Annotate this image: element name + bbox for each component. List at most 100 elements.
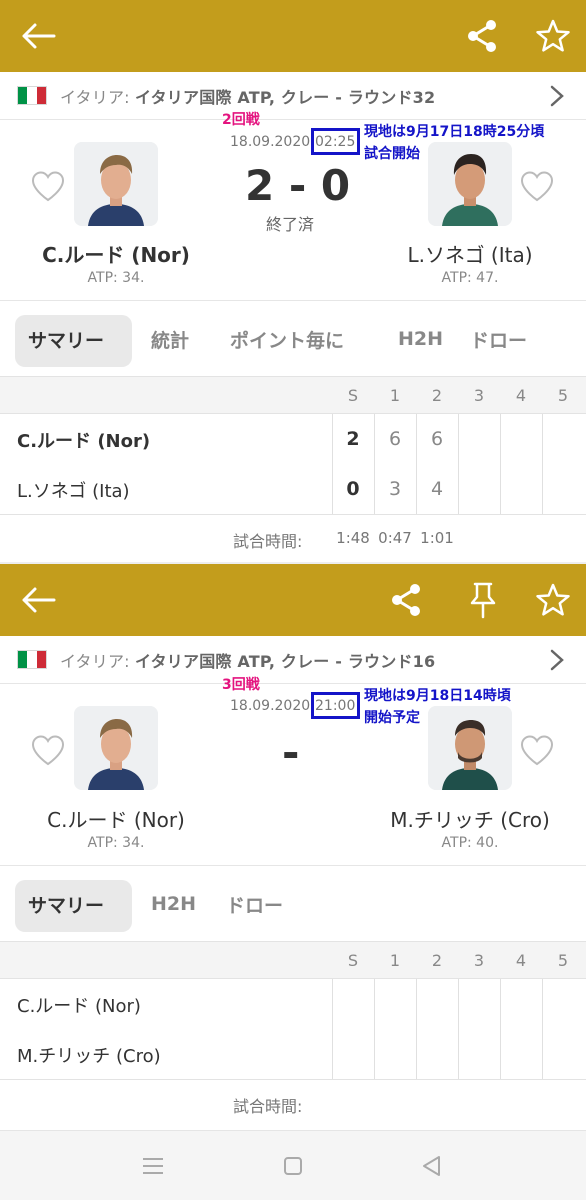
set-1-games: 6 <box>388 428 402 450</box>
favorite-button[interactable] <box>525 564 581 636</box>
header-set-1: 1 <box>389 951 401 970</box>
header-set-1: 1 <box>389 386 401 405</box>
league-header[interactable]: イタリア: イタリア国際 ATP, クレー - ラウンド16 <box>0 636 586 684</box>
round-annotation: 3回戦 <box>222 677 260 693</box>
arrow-left-icon <box>22 23 56 49</box>
back-triangle-icon[interactable] <box>421 1155 441 1177</box>
tab-draw[interactable]: ドロー <box>470 301 527 377</box>
time-highlight-box <box>311 692 360 719</box>
header-set-3: 3 <box>473 386 485 405</box>
set-1-duration: 0:47 <box>378 529 412 547</box>
local-time-line1: 現地は9月17日18時25分頃 <box>364 124 545 140</box>
player1-name[interactable]: C.ルード (Nor) <box>20 804 212 833</box>
heart-icon[interactable] <box>30 170 66 202</box>
pin-icon <box>470 582 496 619</box>
player2-avatar[interactable] <box>428 706 512 790</box>
round-annotation: 2回戦 <box>222 112 260 128</box>
divider <box>542 414 543 514</box>
player1-rank: ATP: 34. <box>87 270 145 286</box>
top-app-bar <box>0 0 586 72</box>
share-button[interactable] <box>378 564 434 636</box>
header-set-2: 2 <box>431 386 443 405</box>
tab-summary[interactable]: サマリー <box>28 866 104 942</box>
share-icon <box>392 584 420 616</box>
score-table: C.ルード (Nor) 2 6 6 L.ソネゴ (Ita) 0 3 4 <box>0 414 586 514</box>
divider <box>374 979 375 1079</box>
home-icon[interactable] <box>283 1156 303 1176</box>
set-2-duration: 1:01 <box>420 529 454 547</box>
duration-label: 試合時間: <box>233 1097 303 1116</box>
set-2-games: 4 <box>430 478 444 500</box>
league-title: イタリア: イタリア国際 ATP, クレー - ラウンド32 <box>60 84 435 108</box>
tab-h2h[interactable]: H2H <box>398 301 443 377</box>
match-status: 終了済 <box>266 215 315 234</box>
tab-stats[interactable]: 統計 <box>151 301 189 377</box>
league-country: イタリア: <box>60 651 136 671</box>
divider <box>542 979 543 1079</box>
player-photo <box>428 706 512 790</box>
score-table-header: S 1 2 3 4 5 <box>0 941 586 979</box>
chevron-right-icon <box>550 649 564 670</box>
row-player-name: L.ソネゴ (Ita) <box>17 481 130 502</box>
system-navigation-bar <box>0 1130 586 1200</box>
favorite-button[interactable] <box>525 0 581 72</box>
header-set-3: 3 <box>473 951 485 970</box>
match-date: 18.09.2020 <box>230 698 311 714</box>
row-player-name: C.ルード (Nor) <box>17 996 141 1017</box>
divider <box>416 979 417 1079</box>
player1-rank: ATP: 34. <box>87 835 145 851</box>
score-table: C.ルード (Nor) M.チリッチ (Cro) <box>0 979 586 1079</box>
header-s: S <box>347 386 359 405</box>
share-button[interactable] <box>454 0 510 72</box>
star-icon <box>536 583 570 616</box>
player-photo <box>74 142 158 226</box>
player1-avatar[interactable] <box>74 142 158 226</box>
player2-avatar[interactable] <box>428 142 512 226</box>
player1-avatar[interactable] <box>74 706 158 790</box>
pin-button[interactable] <box>455 564 511 636</box>
top-app-bar <box>0 564 586 636</box>
total-duration: 1:48 <box>336 529 370 547</box>
header-set-4: 4 <box>515 951 527 970</box>
player-photo <box>428 142 512 226</box>
divider <box>458 414 459 514</box>
back-button[interactable] <box>10 564 66 636</box>
local-time-line1: 現地は9月18日14時頃 <box>364 688 511 704</box>
star-icon <box>536 19 570 52</box>
player2-rank: ATP: 40. <box>441 835 499 851</box>
player2-name[interactable]: M.チリッチ (Cro) <box>374 804 566 833</box>
tab-point-by-point[interactable]: ポイント毎に <box>230 301 344 377</box>
italy-flag <box>17 86 47 105</box>
divider <box>500 979 501 1079</box>
tab-draw[interactable]: ドロー <box>226 866 283 942</box>
score-table-header: S 1 2 3 4 5 <box>0 376 586 414</box>
header-set-5: 5 <box>557 386 569 405</box>
player2-rank: ATP: 47. <box>441 270 499 286</box>
match-score: 2 - 0 <box>245 161 351 210</box>
chevron-right-icon <box>550 85 564 106</box>
league-header[interactable]: イタリア: イタリア国際 ATP, クレー - ラウンド32 <box>0 72 586 120</box>
tab-h2h[interactable]: H2H <box>151 866 196 942</box>
italy-flag <box>17 650 47 669</box>
league-name: イタリア国際 ATP, クレー - ラウンド32 <box>135 87 436 107</box>
back-button[interactable] <box>10 0 66 72</box>
header-set-5: 5 <box>557 951 569 970</box>
heart-icon[interactable] <box>30 734 66 766</box>
set-2-games: 6 <box>430 428 444 450</box>
duration-row: 試合時間: 1:48 0:47 1:01 <box>0 515 586 565</box>
time-highlight-box <box>311 128 360 155</box>
header-set-2: 2 <box>431 951 443 970</box>
row-player-name: M.チリッチ (Cro) <box>17 1046 161 1067</box>
heart-icon[interactable] <box>519 734 555 766</box>
heart-icon[interactable] <box>519 170 555 202</box>
tab-summary[interactable]: サマリー <box>28 301 104 377</box>
share-icon <box>468 20 496 52</box>
league-country: イタリア: <box>60 87 136 107</box>
header-set-4: 4 <box>515 386 527 405</box>
menu-icon[interactable] <box>142 1156 164 1176</box>
player2-name[interactable]: L.ソネゴ (Ita) <box>374 239 566 268</box>
match-score: - <box>282 728 300 777</box>
divider <box>458 979 459 1079</box>
league-title: イタリア: イタリア国際 ATP, クレー - ラウンド16 <box>60 648 435 672</box>
player1-name[interactable]: C.ルード (Nor) <box>20 239 212 268</box>
